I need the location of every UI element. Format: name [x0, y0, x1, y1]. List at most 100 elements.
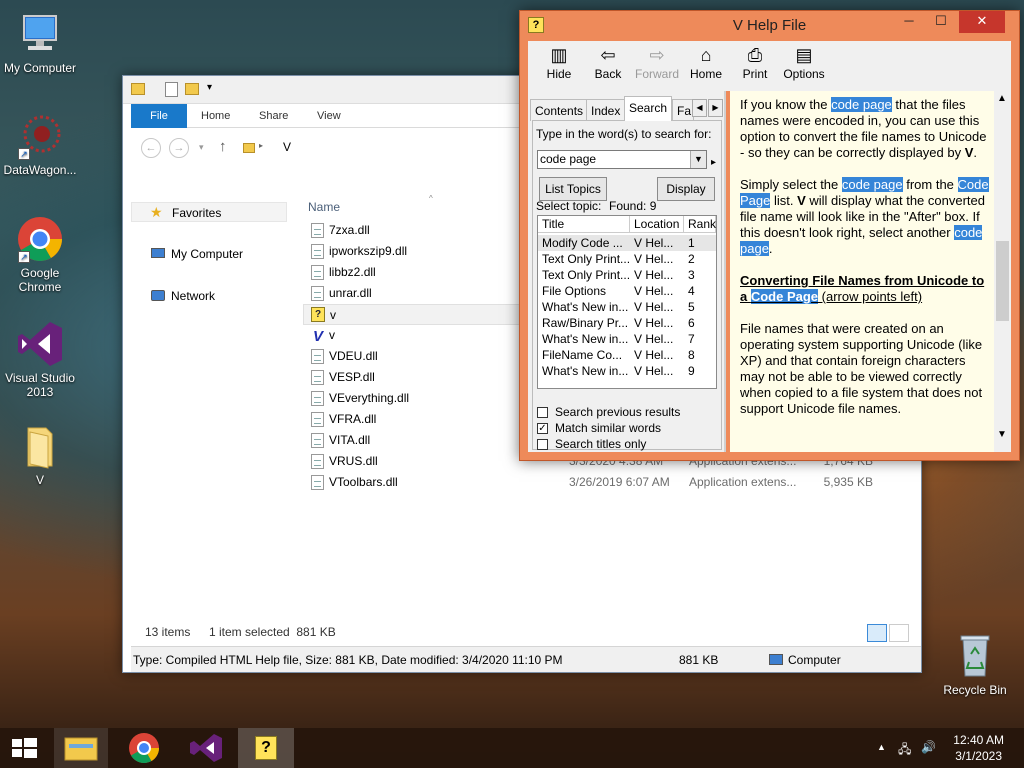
list-topics-button[interactable]: List Topics [539, 177, 607, 201]
column-header-title[interactable]: Title [538, 216, 630, 233]
search-input[interactable]: code page ▼ [537, 150, 707, 169]
table-row[interactable]: VToolbars.dll 3/26/2019 6:07 AM Applicatio… [303, 472, 921, 493]
tab-favorites[interactable]: Fa [672, 99, 694, 121]
match-similar-checkbox[interactable]: ✓ [537, 423, 548, 434]
hide-button[interactable]: ▥ Hide [532, 43, 586, 81]
maximize-button[interactable]: ☐ [925, 11, 957, 33]
display-button[interactable]: Display [657, 177, 715, 201]
search-arrow-icon[interactable]: ▸ [711, 157, 716, 168]
tab-scroll-right-button[interactable]: ▶ [708, 99, 723, 117]
list-item[interactable]: Raw/Binary Pr... V Hel... 6 [538, 315, 716, 331]
chevron-down-icon[interactable]: ▾ [207, 82, 212, 93]
scrollbar-thumb[interactable] [996, 241, 1009, 321]
home-icon: ⌂ [700, 45, 712, 65]
paragraph: File names that were created on an opera… [740, 321, 983, 416]
network-tray-icon[interactable]: 🖧 [898, 740, 911, 761]
new-folder-icon[interactable] [185, 83, 199, 95]
search-titles-checkbox[interactable] [537, 439, 548, 450]
column-header-name[interactable]: Name [308, 200, 340, 214]
computer-icon [151, 248, 165, 258]
topic-location: V Hel... [634, 284, 674, 298]
topic-rank: 4 [688, 284, 695, 298]
forward-arrow-icon: ⇨ [649, 45, 665, 65]
system-clock[interactable]: 12:40 AM 3/1/2023 [953, 732, 1004, 764]
chevron-down-icon[interactable]: ▾ [199, 142, 204, 153]
file-name: v [330, 308, 336, 322]
scroll-up-icon[interactable]: ▲ [997, 93, 1007, 104]
desktop-icon-recycle-bin[interactable]: Recycle Bin [935, 632, 1015, 697]
list-item[interactable]: What's New in... V Hel... 7 [538, 331, 716, 347]
desktop-icon-visual-studio[interactable]: Visual Studio 2013 [0, 320, 80, 399]
show-hidden-icons-icon[interactable]: ▲ [877, 742, 886, 752]
list-item[interactable]: Modify Code ... V Hel... 1 [538, 235, 716, 251]
computer-icon [769, 654, 783, 665]
nav-item-my-computer[interactable]: My Computer [131, 244, 287, 264]
volume-icon[interactable]: 🔊 [921, 740, 936, 754]
tab-share[interactable]: Share [259, 104, 288, 128]
tab-index[interactable]: Index [586, 99, 626, 121]
scroll-down-icon[interactable]: ▼ [997, 429, 1007, 440]
topic-rank: 1 [688, 236, 695, 250]
topic-content-pane: If you know the code page that the files… [730, 91, 1011, 452]
topic-title: File Options [542, 284, 607, 298]
up-arrow-icon[interactable]: ↑ [219, 138, 227, 155]
taskbar-chrome[interactable] [116, 728, 172, 768]
breadcrumb-separator-icon: ▸ [259, 141, 264, 150]
chevron-down-icon[interactable]: ▼ [690, 151, 706, 168]
nav-item-favorites[interactable]: ★ Favorites [131, 202, 287, 222]
list-item[interactable]: FileName Co... V Hel... 8 [538, 347, 716, 363]
tab-search[interactable]: Search [624, 96, 673, 121]
close-button[interactable]: ✕ [959, 11, 1005, 33]
properties-icon[interactable] [165, 82, 178, 97]
options-button[interactable]: ▤ Options [777, 43, 831, 81]
desktop-icon-my-computer[interactable]: My Computer [0, 10, 80, 75]
breadcrumb-v[interactable]: V [283, 140, 291, 154]
nav-item-network[interactable]: Network [131, 286, 287, 306]
forward-button[interactable]: → [169, 138, 189, 158]
large-icons-view-icon[interactable] [889, 624, 909, 642]
desktop-icon-label: V [35, 473, 44, 487]
list-item[interactable]: What's New in... V Hel... 5 [538, 299, 716, 315]
list-item[interactable]: Text Only Print... V Hel... 3 [538, 267, 716, 283]
details-view-icon[interactable] [867, 624, 887, 642]
forward-button[interactable]: ⇨ Forward [630, 43, 684, 81]
desktop-icon-datawagon[interactable]: ↗ DataWagon... [0, 112, 80, 177]
back-arrow-icon: ⇦ [600, 45, 616, 65]
dll-file-icon [311, 475, 324, 490]
search-prompt: Type in the word(s) to search for: [536, 127, 712, 141]
topic-location: V Hel... [634, 364, 674, 378]
tab-home[interactable]: Home [201, 104, 230, 128]
back-button[interactable]: ⇦ Back [581, 43, 635, 81]
desktop-icon-google-chrome[interactable]: ↗ Google Chrome [0, 215, 80, 294]
navigation-pane: Contents Index Search Fa ◀ ▶ Type in the… [528, 91, 726, 452]
computer-icon [16, 10, 64, 58]
list-item[interactable]: File Options V Hel... 4 [538, 283, 716, 299]
content-scrollbar[interactable]: ▲ ▼ [994, 91, 1011, 452]
taskbar-file-explorer[interactable] [54, 728, 108, 768]
tab-view[interactable]: View [317, 104, 341, 128]
column-header-rank[interactable]: Rank [684, 216, 716, 233]
start-button[interactable] [0, 728, 48, 768]
print-button[interactable]: ⎙ Print [728, 43, 782, 81]
file-name: VRUS.dll [329, 454, 378, 468]
list-item[interactable]: Text Only Print... V Hel... 2 [538, 251, 716, 267]
back-button[interactable]: ← [141, 138, 161, 158]
home-button[interactable]: ⌂ Home [679, 43, 733, 81]
file-name: 7zxa.dll [329, 223, 370, 237]
desktop-icon-v-folder[interactable]: V [0, 422, 80, 487]
list-item[interactable]: What's New in... V Hel... 9 [538, 363, 716, 379]
taskbar-help-viewer[interactable]: ? [238, 728, 294, 768]
taskbar-visual-studio[interactable] [178, 728, 234, 768]
folder-icon [131, 83, 145, 95]
column-header-location[interactable]: Location [630, 216, 684, 233]
file-name: libbz2.dll [329, 265, 376, 279]
nav-item-label: Favorites [172, 206, 222, 220]
topic-title: Text Only Print... [542, 252, 630, 266]
minimize-button[interactable]: ─ [893, 11, 925, 33]
search-previous-checkbox[interactable] [537, 407, 548, 418]
tab-contents[interactable]: Contents [530, 99, 589, 121]
tab-file[interactable]: File [131, 104, 187, 128]
help-icon: ? [255, 736, 277, 760]
tab-scroll-left-button[interactable]: ◀ [692, 99, 707, 117]
selection-info: 1 item selected 881 KB [209, 625, 336, 639]
